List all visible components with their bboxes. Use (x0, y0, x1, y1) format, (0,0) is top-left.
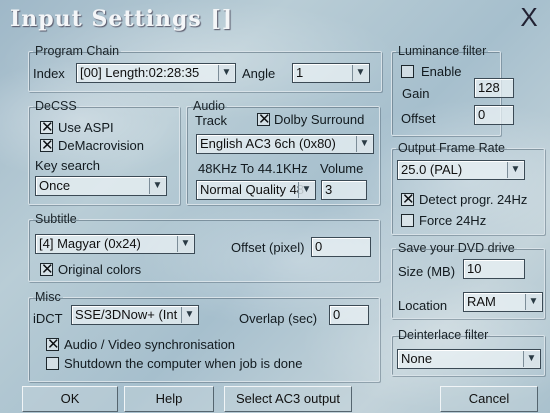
resample-label: 48KHz To 44.1KHz (198, 161, 308, 176)
use-aspi-label: Use ASPI (58, 120, 114, 135)
idct-value: SSE/3DNow+ (Int (75, 307, 178, 322)
chevron-down-icon[interactable]: ▼ (352, 65, 368, 81)
volume-label: Volume (320, 161, 364, 176)
close-icon[interactable]: X (516, 4, 542, 30)
ok-button[interactable]: OK (22, 386, 118, 412)
deinterlace-select[interactable]: None ▼ (397, 349, 541, 369)
luminance-enable-label: Enable (421, 64, 462, 79)
subtitle-offset-input[interactable]: 0 (311, 237, 371, 257)
deinterlace-legend: Deinterlace filter (398, 328, 489, 342)
track-label: Track (195, 113, 228, 128)
frame-rate-select[interactable]: 25.0 (PAL) ▼ (397, 160, 525, 180)
luminance-offset-label: Offset (401, 111, 436, 126)
location-label: Location (398, 298, 448, 313)
audio-quality-select[interactable]: Normal Quality 48 ▼ (196, 180, 316, 200)
audio-track-select[interactable]: English AC3 6ch (0x80) ▼ (196, 134, 374, 154)
angle-value: 1 (296, 65, 304, 80)
subtitle-legend: Subtitle (35, 212, 77, 226)
original-colors-checkbox[interactable]: ✕ (40, 262, 54, 277)
location-value: RAM (467, 294, 496, 309)
subtitle-select[interactable]: [4] Magyar (0x24) ▼ (35, 234, 195, 254)
deinterlace-value: None (401, 351, 433, 366)
key-search-select[interactable]: Once ▼ (35, 176, 167, 196)
audio-quality-value: Normal Quality 48 (200, 182, 305, 197)
chevron-down-icon[interactable]: ▼ (181, 307, 197, 323)
decss-legend: DeCSS (35, 99, 77, 113)
index-value: [00] Length:02:28:35 (80, 65, 200, 80)
av-sync-checkbox[interactable]: ✕ (46, 337, 60, 352)
chevron-down-icon[interactable]: ▼ (356, 136, 372, 152)
luminance-offset-input[interactable]: 0 (474, 105, 514, 125)
size-label: Size (MB) (398, 264, 456, 279)
chevron-down-icon[interactable]: ▼ (523, 351, 539, 367)
key-search-label: Key search (35, 158, 101, 173)
audio-track-value: English AC3 6ch (0x80) (200, 136, 336, 151)
idct-label: iDCT (33, 311, 63, 326)
chevron-down-icon[interactable]: ▼ (149, 178, 165, 194)
use-aspi-checkbox[interactable]: ✕ (40, 120, 54, 135)
detect-24hz-label: Detect progr. 24Hz (419, 192, 528, 207)
idct-select[interactable]: SSE/3DNow+ (Int ▼ (71, 305, 199, 325)
demacrovision-checkbox[interactable]: ✕ (40, 138, 54, 153)
luminance-enable-checkbox[interactable] (401, 65, 414, 78)
chevron-down-icon[interactable]: ▼ (177, 236, 193, 252)
key-search-value: Once (39, 178, 71, 193)
misc-legend: Misc (35, 290, 61, 304)
original-colors-label: Original colors (58, 262, 142, 277)
angle-select[interactable]: 1 ▼ (292, 63, 370, 83)
window-title: Input Settings [] (10, 6, 234, 32)
audio-legend: Audio (193, 99, 225, 113)
gain-label: Gain (402, 86, 430, 101)
location-select[interactable]: RAM ▼ (463, 292, 543, 312)
detect-24hz-checkbox[interactable]: ✕ (401, 192, 415, 207)
av-sync-label: Audio / Video synchronisation (64, 337, 236, 352)
angle-label: Angle (242, 66, 276, 81)
chevron-down-icon[interactable]: ▼ (507, 162, 523, 178)
dvd-drive-legend: Save your DVD drive (398, 241, 515, 255)
chevron-down-icon[interactable]: ▼ (298, 182, 314, 198)
subtitle-value: [4] Magyar (0x24) (39, 236, 141, 251)
dolby-surround-label: Dolby Surround (274, 112, 365, 127)
cancel-button[interactable]: Cancel (440, 386, 538, 412)
luminance-legend: Luminance filter (398, 44, 487, 58)
frame-rate-value: 25.0 (PAL) (401, 162, 463, 177)
select-ac3-output-button[interactable]: Select AC3 output (224, 386, 352, 412)
overlap-label: Overlap (sec) (239, 311, 318, 326)
subtitle-offset-label: Offset (pixel) (231, 240, 305, 255)
force-24hz-label: Force 24Hz (419, 213, 487, 228)
chevron-down-icon[interactable]: ▼ (525, 294, 541, 310)
shutdown-checkbox[interactable] (46, 357, 59, 370)
index-select[interactable]: [00] Length:02:28:35 ▼ (76, 63, 236, 83)
index-label: Index (33, 66, 65, 81)
dolby-surround-checkbox[interactable]: ✕ (257, 112, 271, 127)
shutdown-label: Shutdown the computer when job is done (64, 356, 303, 371)
gain-input[interactable]: 128 (474, 78, 514, 98)
volume-input[interactable]: 3 (321, 180, 367, 200)
size-input[interactable]: 10 (463, 259, 525, 279)
help-button[interactable]: Help (124, 386, 214, 412)
force-24hz-checkbox[interactable] (401, 214, 414, 227)
chevron-down-icon[interactable]: ▼ (218, 65, 234, 81)
program-chain-legend: Program Chain (35, 44, 120, 58)
frame-rate-legend: Output Frame Rate (398, 141, 505, 155)
demacrovision-label: DeMacrovision (58, 138, 144, 153)
overlap-input[interactable]: 0 (329, 305, 369, 325)
